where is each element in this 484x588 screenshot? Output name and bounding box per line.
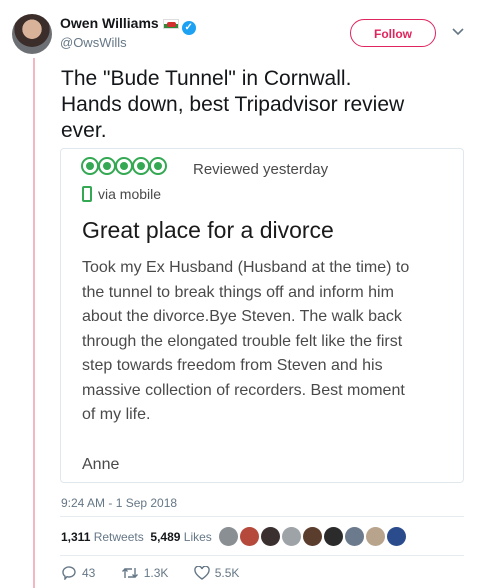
retweet-icon: [121, 568, 138, 578]
tweet-line: Hands down, best Tripadvisor review: [61, 93, 405, 116]
rating-bubble-icon: [132, 157, 150, 175]
user-name[interactable]: Owen Williams: [60, 15, 159, 31]
reply-icon: [62, 566, 76, 581]
retweets-stat[interactable]: 1,311 Retweets: [61, 530, 144, 544]
likes-count: 5,489: [150, 530, 181, 544]
liker-avatar[interactable]: [366, 527, 385, 546]
tweet-text: The "Bude Tunnel" in Cornwall. Hands dow…: [61, 66, 461, 144]
review-image[interactable]: Reviewed yesterday via mobile Great plac…: [60, 148, 464, 483]
liker-avatar[interactable]: [240, 527, 259, 546]
likes-label: Likes: [183, 530, 212, 544]
tweet-actions: 43 1.3K 5.5K: [61, 565, 261, 581]
liker-avatar[interactable]: [387, 527, 406, 546]
verified-badge-icon: ✓: [181, 21, 196, 35]
retweets-label: Retweets: [93, 530, 144, 544]
retweets-count: 1,311: [61, 530, 91, 544]
review-body: Took my Ex Husband (Husband at the time)…: [82, 256, 452, 428]
avatar[interactable]: [12, 14, 52, 54]
rating-bubbles: [81, 157, 167, 179]
review-source: via mobile: [98, 186, 162, 202]
review-line: the tunnel to break things off and infor…: [82, 283, 394, 301]
retweet-button[interactable]: 1.3K: [121, 566, 169, 580]
review-date: Reviewed yesterday: [193, 161, 329, 178]
liker-avatar[interactable]: [261, 527, 280, 546]
divider: [60, 555, 464, 556]
user-handle[interactable]: @OwsWills: [60, 35, 127, 50]
retweet-count: 1.3K: [143, 566, 169, 580]
tweet-line: ever.: [61, 119, 107, 142]
tweet-timestamp[interactable]: 9:24 AM - 1 Sep 2018: [61, 496, 177, 510]
rating-bubble-icon: [98, 157, 116, 175]
like-button[interactable]: 5.5K: [194, 565, 240, 580]
review-line: about the divorce.Bye Steven. The walk b…: [82, 308, 402, 325]
review-line: massive collection of recorders. Best mo…: [82, 381, 405, 399]
liker-avatar[interactable]: [303, 527, 322, 546]
heart-icon: [194, 565, 210, 580]
review-line: of my life.: [82, 406, 151, 423]
wales-flag-icon: [162, 19, 179, 29]
thread-line: [33, 58, 35, 588]
likes-stat[interactable]: 5,489 Likes: [150, 530, 211, 544]
liker-avatars: [219, 527, 408, 549]
review-line: Took my Ex Husband (Husband at the time)…: [82, 259, 410, 276]
liker-avatar[interactable]: [345, 527, 364, 546]
divider: [60, 516, 464, 517]
review-title: Great place for a divorce: [82, 217, 334, 243]
reply-count: 43: [82, 566, 96, 580]
follow-button[interactable]: Follow: [350, 19, 436, 47]
reply-button[interactable]: 43: [61, 566, 96, 581]
review-author: Anne: [82, 456, 120, 473]
liker-avatar[interactable]: [324, 527, 343, 546]
rating-bubble-icon: [81, 157, 99, 175]
rating-bubble-icon: [149, 157, 167, 175]
user-name-row[interactable]: Owen Williams ✓: [60, 15, 196, 35]
mobile-icon: [82, 186, 92, 202]
tweet-line: The "Bude Tunnel" in Cornwall.: [61, 67, 352, 90]
chevron-down-icon[interactable]: [452, 24, 464, 39]
review-line: step towards freedom from Steven and his: [82, 357, 383, 374]
liker-avatar[interactable]: [219, 527, 238, 546]
liker-avatar[interactable]: [282, 527, 301, 546]
review-line: through the elongated trouble felt like …: [82, 332, 403, 350]
like-count: 5.5K: [214, 566, 240, 580]
rating-bubble-icon: [115, 157, 133, 175]
tweet-stats: 1,311 Retweets 5,489 Likes: [61, 530, 212, 544]
